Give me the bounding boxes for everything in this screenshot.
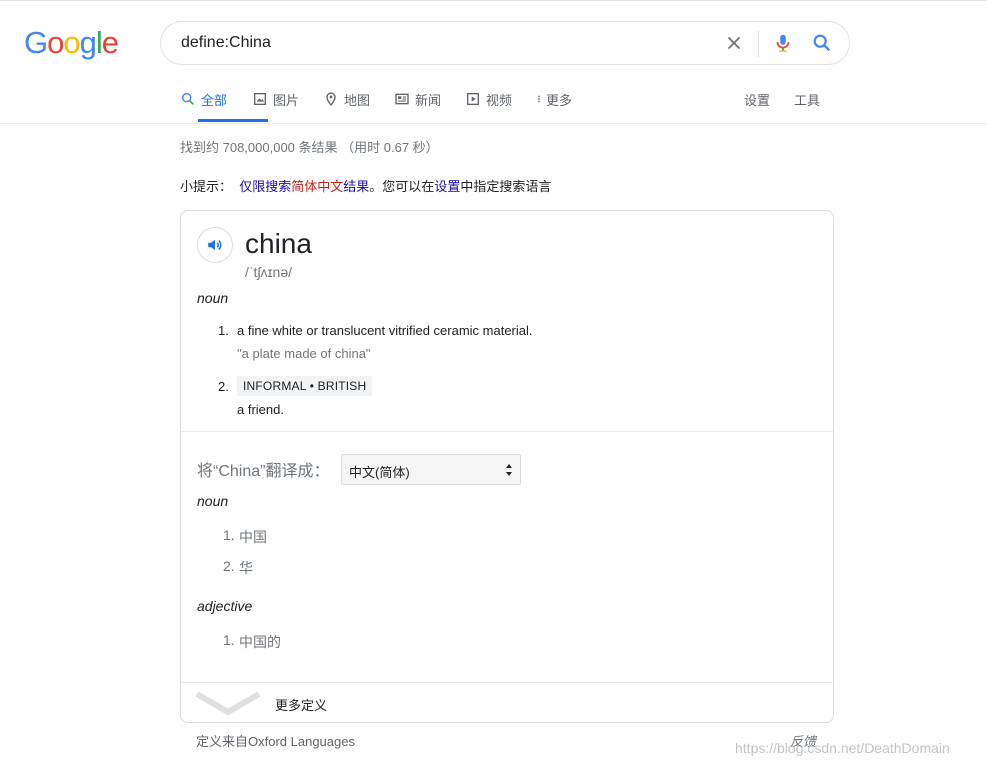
translation-item: 中国的: [239, 634, 281, 650]
translation-pos: adjective: [197, 598, 253, 614]
card-divider: [181, 682, 833, 683]
search-divider: [758, 31, 759, 57]
usage-tag: INFORMAL • BRITISH: [237, 376, 373, 396]
settings-link[interactable]: 设置: [744, 90, 770, 122]
definition-source: 定义来自Oxford Languages: [196, 734, 355, 749]
selected-language: 中文(简体): [349, 465, 410, 480]
tab-label: 新闻: [415, 93, 442, 108]
logo-letter: o: [63, 25, 80, 60]
search-box[interactable]: [160, 21, 850, 65]
dictionary-card: china /ˈtʃʌɪnə/ noun 1. a fine white or …: [180, 210, 834, 723]
search-icon: [181, 92, 194, 105]
video-icon: [467, 93, 479, 105]
search-tabs: 全部 图片 地图 新闻 视频 更多 设置 工具: [170, 90, 830, 122]
result-stats: 找到约 708,000,000 条结果 （用时 0.67 秒）: [180, 140, 439, 155]
translation-pos: noun: [197, 493, 229, 509]
more-vert-icon: [538, 95, 540, 103]
watermark: https://blog.csdn.net/DeathDomain: [735, 740, 950, 756]
sense-example: "a plate made of china": [237, 346, 371, 361]
tab-maps[interactable]: 地图: [323, 90, 370, 122]
image-icon: [254, 93, 266, 105]
news-icon: [395, 93, 409, 105]
card-divider: [181, 431, 833, 432]
tab-label: 地图: [344, 93, 371, 108]
speaker-icon: [208, 239, 222, 251]
logo-letter: o: [47, 25, 64, 60]
microphone-icon[interactable]: [772, 32, 794, 54]
top-border: [0, 0, 987, 1]
tab-more[interactable]: 更多: [534, 90, 572, 122]
tab-label: 图片: [273, 93, 300, 108]
select-arrows-icon: [506, 464, 512, 476]
pronunciation-button[interactable]: [197, 227, 233, 263]
translation-number: 1.: [223, 632, 235, 648]
logo-letter: e: [101, 25, 119, 60]
tools-link[interactable]: 工具: [794, 90, 820, 122]
tip-text: 。您可以在: [369, 179, 435, 194]
logo-letter: g: [79, 25, 97, 60]
more-definitions-button[interactable]: 更多定义: [275, 695, 327, 714]
tip-text-end: 中指定搜索语言: [460, 179, 552, 194]
tab-label: 全部: [201, 93, 228, 108]
sense-definition: a fine white or translucent vitrified ce…: [237, 323, 533, 338]
header-divider: [0, 123, 987, 124]
tip-link-results[interactable]: 结果: [343, 179, 369, 194]
map-pin-icon: [326, 92, 336, 107]
google-logo[interactable]: Google: [24, 25, 119, 61]
tip-settings-link[interactable]: 设置: [434, 179, 460, 194]
sense-number: 1.: [218, 323, 229, 338]
tab-images[interactable]: 图片: [252, 90, 299, 122]
tip-link-simplified-chinese[interactable]: 简体中文: [291, 179, 343, 194]
search-input[interactable]: [181, 31, 701, 55]
logo-letters: Google: [24, 25, 119, 61]
tab-videos[interactable]: 视频: [465, 90, 512, 122]
tab-news[interactable]: 新闻: [394, 90, 441, 122]
translation-item: 华: [239, 560, 253, 576]
tip-link-only-search[interactable]: 仅限搜索: [239, 179, 291, 194]
translation-number: 2.: [223, 558, 235, 574]
translate-label: 将“China”翻译成：: [197, 463, 330, 480]
tab-all[interactable]: 全部: [180, 90, 227, 122]
language-select[interactable]: 中文(简体): [341, 454, 521, 485]
translation-item: 中国: [239, 529, 267, 545]
headword: china: [245, 228, 312, 259]
language-tip: 小提示： 仅限搜索简体中文结果。您可以在设置中指定搜索语言: [180, 176, 551, 195]
sense-definition: a friend.: [237, 402, 284, 417]
settings-label: 设置: [744, 93, 771, 108]
phonetic: /ˈtʃʌɪnə/: [245, 264, 292, 280]
clear-icon[interactable]: [723, 32, 745, 54]
search-icon[interactable]: [811, 32, 833, 54]
sense-number: 2.: [218, 379, 229, 394]
tab-label: 更多: [546, 93, 573, 108]
part-of-speech: noun: [197, 290, 229, 306]
tab-label: 视频: [486, 93, 513, 108]
chevron-down-icon[interactable]: [195, 690, 261, 716]
translation-number: 1.: [223, 527, 235, 543]
logo-letter: G: [24, 25, 48, 60]
tip-prefix: 小提示：: [180, 179, 233, 194]
tools-label: 工具: [794, 93, 821, 108]
